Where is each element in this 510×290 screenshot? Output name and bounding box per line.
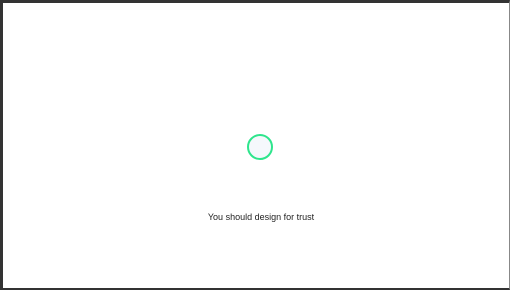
message-text: You should design for trust <box>207 212 315 222</box>
loading-circle-icon <box>247 134 273 160</box>
screen-frame: You should design for trust <box>0 0 510 290</box>
